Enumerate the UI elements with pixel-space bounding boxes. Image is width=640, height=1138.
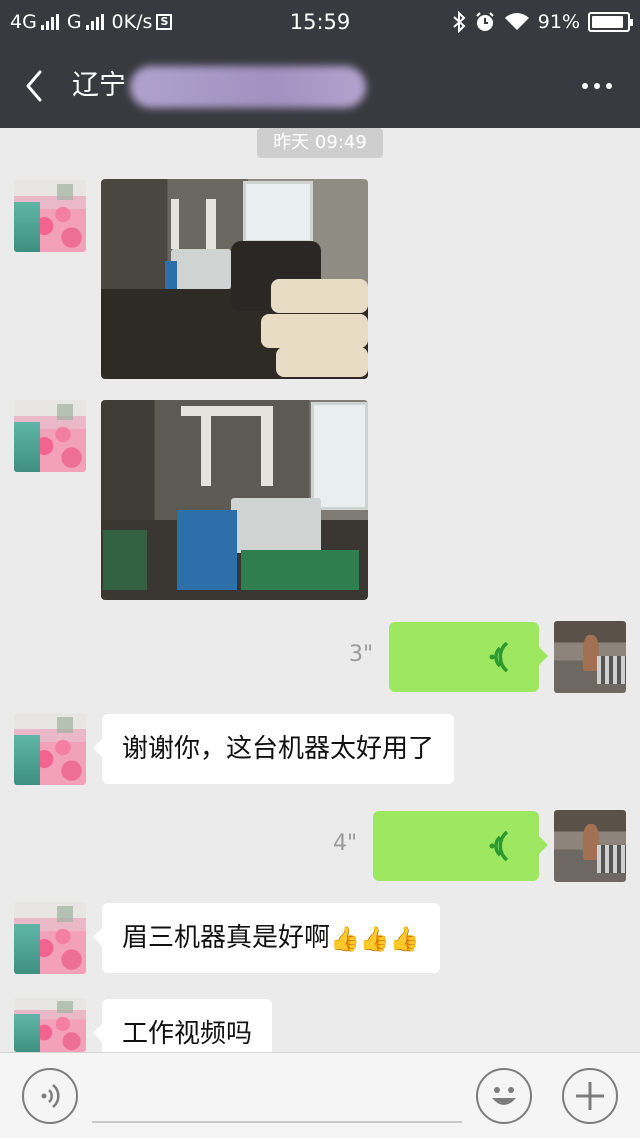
avatar[interactable] [14,998,86,1052]
emoji-icon [492,1087,516,1105]
alarm-icon [476,12,494,31]
image-message[interactable] [101,179,368,379]
message-input[interactable] [92,1069,462,1123]
title-redaction [130,66,366,108]
photo-window [243,181,313,243]
message-text: 眉三机器真是好啊 [122,923,331,953]
battery-icon [588,12,633,32]
chat-title: 辽宁 [72,70,126,101]
voice-toggle-icon [41,1084,60,1108]
image-message[interactable] [101,400,368,600]
photo-machine [171,249,231,289]
voice-duration: 4" [333,831,358,856]
photo-conveyor [241,550,359,590]
avatar[interactable] [14,713,86,785]
more-icon[interactable] [582,74,618,98]
avatar[interactable] [554,810,626,882]
back-arrow-icon[interactable] [18,64,54,108]
voice-wave-icon [489,642,509,672]
message-text: 谢谢你，这台机器太好用了 [122,734,435,764]
photo-window [311,402,368,510]
photo-pipe [171,199,179,249]
avatar[interactable] [14,180,86,252]
wifi-icon [504,13,529,30]
voice-message[interactable] [389,622,548,692]
photo-machine [231,498,321,553]
photo-pipe [261,406,273,486]
text-message[interactable]: 谢谢你，这台机器太好用了 [92,714,455,784]
voice-duration: 3" [349,642,374,667]
text-message[interactable]: 眉三机器真是好啊👍👍👍 [93,903,440,973]
photo-machine-side [177,510,237,590]
message-text: 工作视频吗 [122,1019,253,1049]
photo-pipe [201,406,211,486]
status-right: 91% [452,8,633,36]
battery-percent: 91% [537,11,580,33]
photo-crate [103,530,147,590]
photo-machine-side [165,261,177,289]
photo-pipe [181,406,271,416]
chat-timestamp: 昨天 09:49 [257,128,383,158]
voice-toggle-button[interactable] [22,1068,78,1124]
input-bar [0,1052,640,1138]
plus-icon [576,1082,604,1110]
thumbs-up-icon: 👍👍👍 [330,924,420,953]
emoji-button[interactable] [476,1068,532,1124]
photo-bale [261,314,368,348]
voice-message[interactable] [373,811,548,881]
avatar[interactable] [554,621,626,693]
voice-wave-icon [489,831,509,861]
photo-bale [271,279,368,313]
avatar[interactable] [14,400,86,472]
photo-pipe [206,199,216,249]
text-message[interactable]: 工作视频吗 [92,999,273,1052]
avatar[interactable] [14,902,86,974]
more-functions-button[interactable] [562,1068,618,1124]
photo-bale [276,347,368,377]
top-bar: 4G G 0K/s S 15:59 91% 辽宁 [0,0,640,128]
bluetooth-icon [453,11,466,33]
